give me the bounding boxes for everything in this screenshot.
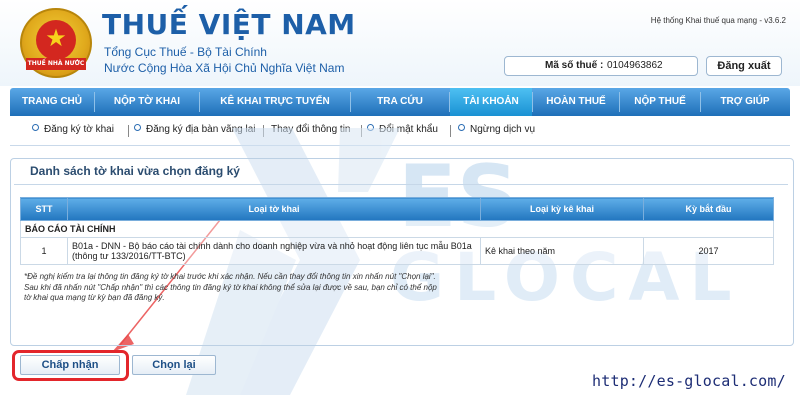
subnav-item-register-area[interactable]: Đăng ký địa bàn vãng lai — [134, 124, 256, 135]
col-header-form-type: Loại tờ khai — [67, 197, 481, 221]
emblem-ribbon-text: THUẾ NHÀ NƯỚC — [26, 58, 86, 70]
watermark-url: http://es-glocal.com/ — [592, 372, 786, 390]
cell-form-type: B01a - DNN - Bộ báo cáo tài chính dành c… — [67, 237, 481, 265]
header-subtitle-1: Tổng Cục Thuế - Bộ Tài Chính — [104, 45, 267, 59]
nav-item-lookup[interactable]: TRA CỨU — [351, 88, 449, 116]
nav-item-online-declaration[interactable]: KÊ KHAI TRỰC TUYẾN — [200, 88, 350, 116]
nav-item-tax-refund[interactable]: HOÀN THUẾ — [533, 88, 619, 116]
subnav-item-change-password[interactable]: Đổi mật khẩu — [367, 124, 438, 135]
logout-button[interactable]: Đăng xuất — [706, 56, 782, 76]
col-header-stt: STT — [20, 197, 68, 221]
subnav-item-label: Đổi mật khẩu — [379, 124, 438, 135]
subnav-item-stop-service[interactable]: Ngừng dịch vụ — [458, 124, 535, 135]
subnav-divider — [263, 125, 264, 137]
bullet-icon — [32, 124, 39, 131]
nav-item-account[interactable]: TÀI KHOẢN — [450, 88, 532, 116]
subnav-item-label: Đăng ký địa bàn vãng lai — [146, 124, 256, 135]
cell-period-type: Kê khai theo năm — [480, 237, 644, 265]
subnav-divider — [361, 125, 362, 137]
tax-code-label: Mã số thuế : — [545, 60, 604, 71]
note-line-2: Sau khi đã nhấn nút "Chấp nhận" thì các … — [24, 282, 437, 292]
nav-item-home[interactable]: TRANG CHỦ — [10, 88, 94, 116]
subnav-divider — [128, 125, 129, 137]
subnav-item-label: Ngừng dịch vụ — [470, 124, 536, 135]
system-version: Hệ thống Khai thuế qua mạng - v3.6.2 — [650, 16, 786, 25]
form-type-line-2: (thông tư 133/2016/TT-BTC) — [72, 251, 186, 261]
nav-item-help[interactable]: TRỢ GIÚP — [701, 88, 789, 116]
subnav-item-change-info[interactable]: Thay đổi thông tin — [271, 124, 351, 135]
star-icon: ★ — [45, 24, 67, 52]
cell-start-period: 2017 — [643, 237, 774, 265]
col-header-period-type: Loại kỳ kê khai — [480, 197, 644, 221]
table-row: 1 B01a - DNN - Bộ báo cáo tài chính dành… — [20, 237, 774, 265]
panel-title: Danh sách tờ khai vừa chọn đăng ký — [30, 164, 240, 178]
form-type-line-1: B01a - DNN - Bộ báo cáo tài chính dành c… — [72, 241, 472, 251]
reselect-button[interactable]: Chọn lại — [132, 355, 216, 375]
header: ★ THUẾ NHÀ NƯỚC THUẾ VIỆT NAM Tổng Cục T… — [0, 0, 800, 86]
subnav-item-label: Thay đổi thông tin — [271, 124, 351, 135]
nav-item-submit-return[interactable]: NỘP TỜ KHAI — [95, 88, 199, 116]
bullet-icon — [367, 124, 374, 131]
emblem-inner: ★ — [36, 20, 76, 60]
group-label: BÁO CÁO TÀI CHÍNH — [20, 220, 774, 238]
col-header-start-period: Kỳ bắt đầu — [643, 197, 774, 221]
panel-divider — [14, 184, 788, 185]
subnav-divider — [450, 125, 451, 137]
note-line-1: *Đề nghị kiểm tra lại thông tin đăng ký … — [24, 272, 436, 281]
table-group-row: BÁO CÁO TÀI CHÍNH — [20, 220, 774, 238]
subnav-item-register-return[interactable]: Đăng ký tờ khai — [32, 124, 114, 135]
return-list-table: STT Loại tờ khai Loại kỳ kê khai Kỳ bắt … — [20, 197, 774, 265]
header-subtitle-2: Nước Cộng Hòa Xã Hội Chủ Nghĩa Việt Nam — [104, 61, 345, 75]
tax-code-value: 0104963862 — [607, 60, 663, 71]
national-emblem-logo: ★ THUẾ NHÀ NƯỚC — [20, 8, 92, 78]
confirmation-note: *Đề nghị kiểm tra lại thông tin đăng ký … — [24, 272, 544, 304]
main-nav: TRANG CHỦ NỘP TỜ KHAI KÊ KHAI TRỰC TUYẾN… — [10, 88, 790, 116]
tax-code-box: Mã số thuế : 0104963862 — [504, 56, 698, 76]
accept-button[interactable]: Chấp nhận — [20, 355, 120, 375]
brand-title: THUẾ VIỆT NAM — [102, 8, 356, 41]
nav-item-pay-tax[interactable]: NỘP THUẾ — [620, 88, 700, 116]
sub-nav: Đăng ký tờ khai Đăng ký địa bàn vãng lai… — [10, 119, 790, 146]
note-line-3: tờ khai qua mạng từ kỳ bạn đã đăng ký. — [24, 293, 165, 302]
bullet-icon — [134, 124, 141, 131]
cell-stt: 1 — [20, 237, 68, 265]
table-header-row: STT Loại tờ khai Loại kỳ kê khai Kỳ bắt … — [20, 197, 774, 221]
bullet-icon — [458, 124, 465, 131]
subnav-item-label: Đăng ký tờ khai — [44, 124, 114, 135]
